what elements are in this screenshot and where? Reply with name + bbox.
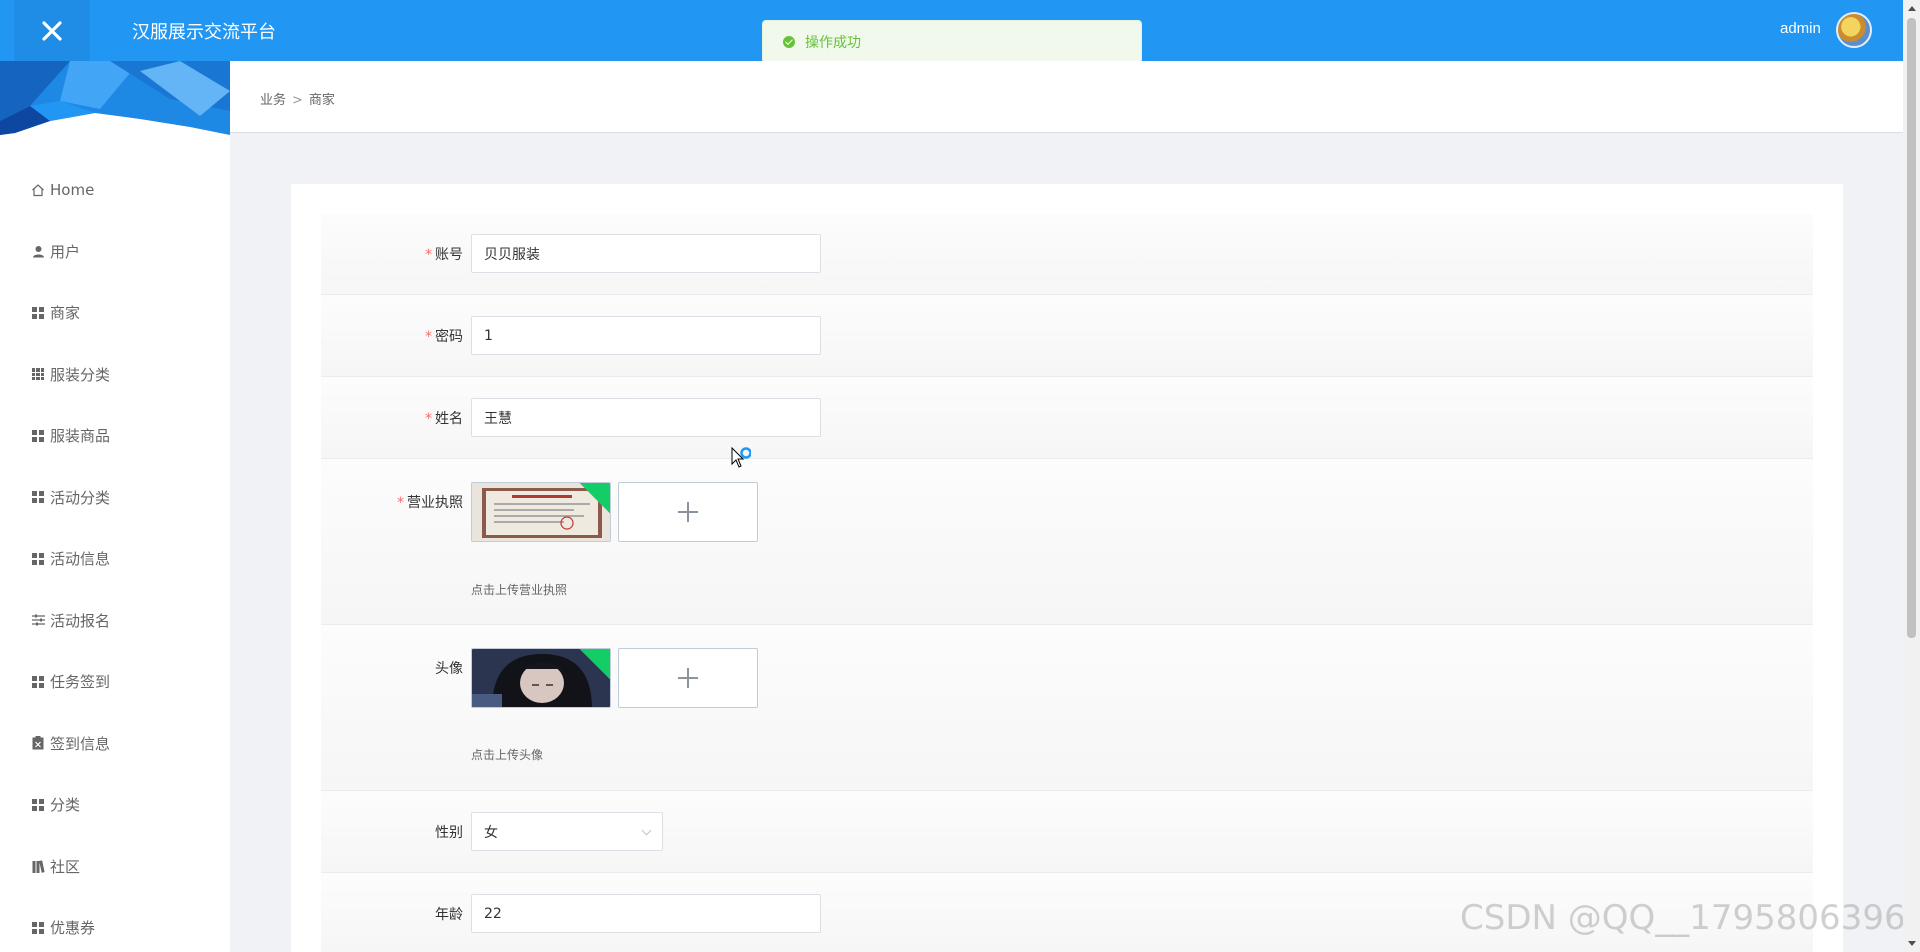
sidebar-item-category[interactable]: 分类 <box>0 774 230 836</box>
scroll-up-arrow-icon[interactable] <box>1908 6 1916 11</box>
license-upload-button[interactable] <box>618 482 758 542</box>
avatar-thumbnail[interactable] <box>471 648 611 708</box>
plus-icon <box>678 668 698 688</box>
grid9-icon <box>30 366 46 382</box>
breadcrumb-separator: > <box>292 93 303 108</box>
sidebar-item-community[interactable]: 社区 <box>0 836 230 898</box>
sidebar-item-label: 签到信息 <box>50 734 111 753</box>
sidebar-item-label: 服装分类 <box>50 365 111 384</box>
form-row-gender: 性别 女 <box>321 791 1813 873</box>
user-name[interactable]: admin <box>1780 20 1821 37</box>
sidebar-item-activity-category[interactable]: 活动分类 <box>0 467 230 529</box>
sidebar-item-activity-signup[interactable]: 活动报名 <box>0 590 230 652</box>
grid-icon <box>30 551 46 567</box>
check-circle-icon <box>783 36 795 48</box>
avatar-upload-tip: 点击上传头像 <box>471 748 544 762</box>
sidebar-item-coupons[interactable]: 优惠券 <box>0 897 230 952</box>
scroll-thumb[interactable] <box>1907 18 1916 638</box>
sidebar-item-label: 商家 <box>50 304 81 323</box>
sidebar-item-label: 优惠券 <box>50 919 96 938</box>
form-row-account: * 账号 贝贝服装 <box>321 214 1813 295</box>
password-input[interactable]: 1 <box>471 316 821 355</box>
sidebar-item-label: Home <box>50 180 95 199</box>
required-mark: * <box>425 247 432 263</box>
form-row-avatar: 头像 点击上传头像 <box>321 625 1813 791</box>
account-label: * 账号 <box>425 247 463 263</box>
avatar-upload-button[interactable] <box>618 648 758 708</box>
sidebar-item-clothing-products[interactable]: 服装商品 <box>0 405 230 467</box>
gender-label: 性别 <box>435 825 463 841</box>
app-title: 汉服展示交流平台 <box>132 22 276 43</box>
sidebar-item-label: 用户 <box>50 242 81 261</box>
sliders-icon <box>30 612 46 628</box>
avatar-label: 头像 <box>435 661 463 677</box>
close-menu-button[interactable] <box>14 0 90 61</box>
grid-icon <box>30 428 46 444</box>
avatar[interactable] <box>1836 12 1872 48</box>
name-input[interactable]: 王慧 <box>471 398 821 437</box>
required-mark: * <box>397 495 404 511</box>
required-mark: * <box>425 329 432 345</box>
name-label: * 姓名 <box>425 411 463 427</box>
sidebar: Home 用户 商家 服装分类 服装商品 活动分类 活动信息 活动报名 任务签到… <box>0 61 230 952</box>
sidebar-menu: Home 用户 商家 服装分类 服装商品 活动分类 活动信息 活动报名 任务签到… <box>0 135 230 952</box>
sidebar-item-label: 社区 <box>50 857 81 876</box>
close-icon <box>42 20 62 41</box>
sidebar-item-label: 活动分类 <box>50 488 111 507</box>
grid-icon <box>30 920 46 936</box>
success-toast: 操作成功 <box>762 20 1142 64</box>
clipboard-icon <box>30 735 46 751</box>
sidebar-item-label: 活动信息 <box>50 550 111 569</box>
sidebar-item-label: 任务签到 <box>50 673 111 692</box>
sidebar-item-label: 服装商品 <box>50 427 111 446</box>
password-label: * 密码 <box>425 329 463 345</box>
scroll-down-arrow-icon[interactable] <box>1908 941 1916 946</box>
breadcrumb-level1[interactable]: 业务 <box>260 93 286 108</box>
gender-selected-value: 女 <box>484 824 498 841</box>
breadcrumb-bar: 业务 > 商家 <box>230 61 1903 133</box>
sidebar-item-activity-info[interactable]: 活动信息 <box>0 528 230 590</box>
license-label: * 营业执照 <box>397 495 463 511</box>
license-upload-tip: 点击上传营业执照 <box>471 583 568 597</box>
form-card: * 账号 贝贝服装 * 密码 1 * 姓名 王慧 * 营业执照 点击上传营业执照… <box>291 184 1843 952</box>
watermark: CSDN @QQ__1795806396 <box>1460 898 1906 938</box>
grid-icon <box>30 797 46 813</box>
home-icon <box>30 182 46 198</box>
sidebar-item-home[interactable]: Home <box>0 159 230 221</box>
banner-graphic <box>0 61 230 135</box>
sidebar-item-label: 分类 <box>50 796 81 815</box>
form-row-password: * 密码 1 <box>321 295 1813 377</box>
sidebar-item-checkin-info[interactable]: 签到信息 <box>0 713 230 775</box>
chevron-down-icon <box>641 825 652 836</box>
grid-icon <box>30 489 46 505</box>
user-icon <box>30 243 46 259</box>
sidebar-item-merchants[interactable]: 商家 <box>0 282 230 344</box>
age-input[interactable]: 22 <box>471 894 821 933</box>
age-label: 年龄 <box>435 907 463 923</box>
sidebar-item-clothing-category[interactable]: 服装分类 <box>0 344 230 406</box>
license-thumbnail[interactable] <box>471 482 611 542</box>
account-input[interactable]: 贝贝服装 <box>471 234 821 273</box>
mouse-cursor <box>731 446 752 478</box>
books-icon <box>30 858 46 874</box>
form-row-license: * 营业执照 点击上传营业执照 <box>321 459 1813 625</box>
sidebar-item-label: 活动报名 <box>50 611 111 630</box>
toast-message: 操作成功 <box>805 35 861 51</box>
page-scrollbar[interactable] <box>1903 0 1920 952</box>
sidebar-item-users[interactable]: 用户 <box>0 221 230 283</box>
gender-select[interactable]: 女 <box>471 812 663 851</box>
grid-icon <box>30 305 46 321</box>
breadcrumb-level2: 商家 <box>308 93 335 108</box>
plus-icon <box>678 502 698 522</box>
breadcrumb: 业务 > 商家 <box>260 89 335 108</box>
sidebar-banner <box>0 61 230 135</box>
sidebar-item-task-checkin[interactable]: 任务签到 <box>0 651 230 713</box>
required-mark: * <box>425 411 432 427</box>
grid-icon <box>30 674 46 690</box>
form-row-name: * 姓名 王慧 <box>321 377 1813 459</box>
